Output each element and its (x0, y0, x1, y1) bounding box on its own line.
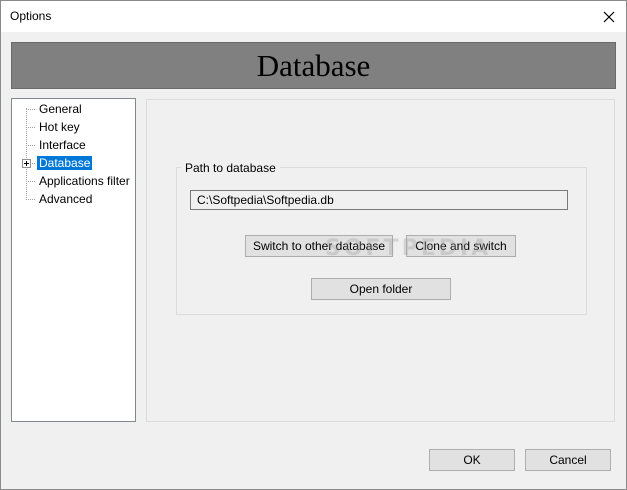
groupbox-label: Path to database (181, 161, 280, 175)
tree-item-applications-filter[interactable]: Applications filter (12, 172, 135, 190)
clone-and-switch-button[interactable]: Clone and switch (406, 235, 516, 257)
expand-icon[interactable] (22, 159, 31, 168)
switch-database-button[interactable]: Switch to other database (245, 235, 393, 257)
close-icon (603, 11, 615, 22)
banner-title: Database (256, 47, 371, 83)
tree-item-label: General (39, 102, 82, 116)
database-path-field[interactable] (190, 190, 568, 210)
tree-item-label: Database (37, 156, 93, 170)
cancel-button[interactable]: Cancel (525, 449, 611, 471)
tree-item-label: Hot key (39, 120, 80, 134)
tree-item-interface[interactable]: Interface (12, 136, 135, 154)
tree-item-database[interactable]: Database (12, 154, 135, 172)
tree-item-advanced[interactable]: Advanced (12, 190, 135, 208)
tree-item-hot-key[interactable]: Hot key (12, 118, 135, 136)
title-bar: Options (1, 1, 626, 32)
tree-item-label: Interface (39, 138, 86, 152)
options-tree[interactable]: General Hot key Interface Database Appli… (11, 98, 136, 422)
window-title: Options (10, 9, 52, 23)
tree-item-label: Applications filter (39, 174, 130, 188)
tree-item-label: Advanced (39, 192, 93, 206)
open-folder-button[interactable]: Open folder (311, 278, 451, 300)
section-banner: Database (11, 42, 616, 89)
tree-item-general[interactable]: General (12, 100, 135, 118)
ok-button[interactable]: OK (429, 449, 515, 471)
close-button[interactable] (592, 1, 626, 32)
